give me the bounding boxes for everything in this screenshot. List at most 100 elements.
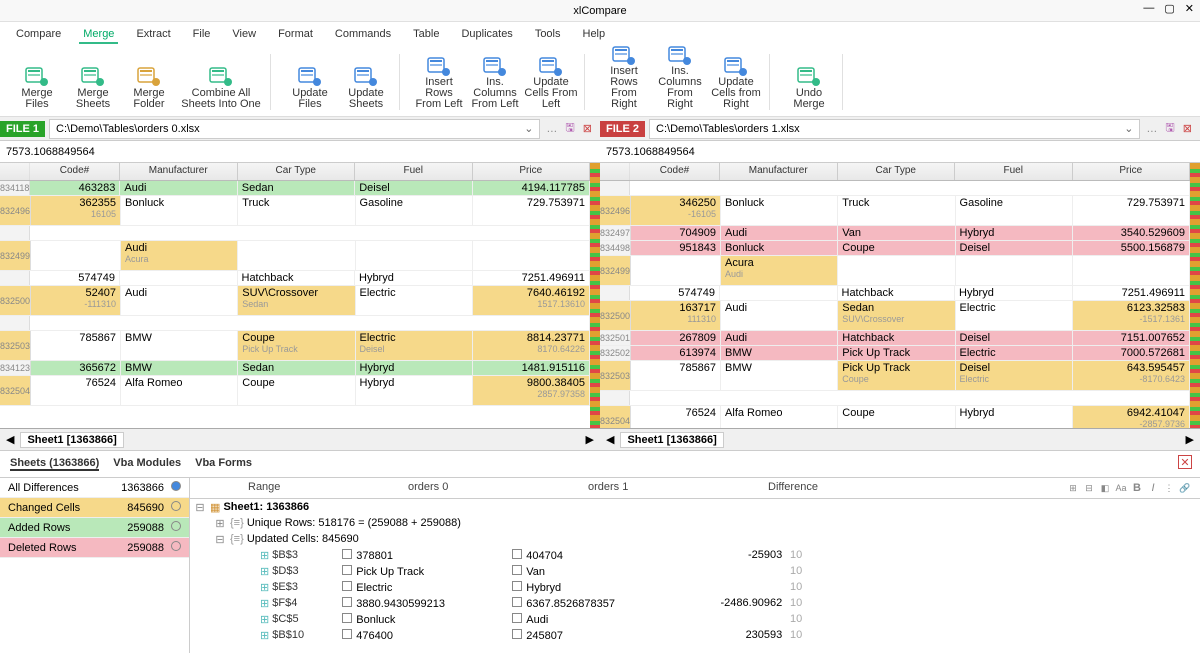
- table-row[interactable]: 832503785867BMWCoupePick Up TrackElectri…: [0, 331, 590, 361]
- table-row[interactable]: [0, 316, 590, 331]
- close-file-icon[interactable]: ⊠: [581, 122, 594, 135]
- table-row[interactable]: 83250476524Alfa RomeoCoupeHybryd6942.410…: [600, 406, 1190, 428]
- diff-rows[interactable]: ⊟▦ Sheet1: 1363866 ⊞{≡} Unique Rows: 518…: [190, 499, 1200, 653]
- diff-item[interactable]: ⊞ $B$1047640024580723059310: [190, 627, 1200, 643]
- sheet-nav-next-icon[interactable]: ▶: [1186, 433, 1194, 446]
- table-row[interactable]: 574749HatchbackHybryd7251.496911: [600, 286, 1190, 301]
- right-formula[interactable]: 7573.1068849564: [600, 141, 1200, 163]
- table-row[interactable]: 834498951843BonluckCoupeDeisel5500.15687…: [600, 241, 1190, 256]
- col-Price[interactable]: Price: [473, 163, 591, 180]
- table-row[interactable]: [600, 181, 1190, 196]
- summary-row[interactable]: Added Rows259088: [0, 518, 189, 538]
- menu-help[interactable]: Help: [579, 26, 610, 44]
- col-Manufacturer[interactable]: Manufacturer: [120, 163, 238, 180]
- sheet-nav-next-icon[interactable]: ▶: [586, 433, 594, 446]
- table-row[interactable]: 832499AcuraAudi: [600, 256, 1190, 286]
- ribbon-ins-cols-l[interactable]: Ins. Columns From Left: [468, 54, 522, 110]
- left-grid[interactable]: 834118463283AudiSedanDeisel4194.11778583…: [0, 181, 590, 428]
- menu-merge[interactable]: Merge: [79, 26, 118, 44]
- col-Code#[interactable]: Code#: [630, 163, 720, 180]
- diff-item[interactable]: ⊞ $F$43880.94305992136367.8526878357-248…: [190, 595, 1200, 611]
- sheet-nav-prev-icon[interactable]: ◀: [606, 433, 614, 446]
- menu-commands[interactable]: Commands: [331, 26, 395, 44]
- right-path-input[interactable]: C:\Demo\Tables\orders 1.xlsx ⌄: [649, 119, 1140, 139]
- right-grid[interactable]: 832496346250-16105BonluckTruckGasoline72…: [600, 181, 1190, 428]
- col-Manufacturer[interactable]: Manufacturer: [720, 163, 838, 180]
- table-row[interactable]: [0, 226, 590, 241]
- diff-item[interactable]: ⊞ $C$5BonluckAudi10: [190, 611, 1200, 627]
- table-row[interactable]: 832496346250-16105BonluckTruckGasoline72…: [600, 196, 1190, 226]
- menu-view[interactable]: View: [228, 26, 260, 44]
- close-icon[interactable]: ✕: [1185, 2, 1194, 15]
- table-row[interactable]: 832497704909AudiVanHybryd3540.529609: [600, 226, 1190, 241]
- col-Fuel[interactable]: Fuel: [355, 163, 473, 180]
- col-Fuel[interactable]: Fuel: [955, 163, 1073, 180]
- close-panel-icon[interactable]: ✕: [1178, 455, 1192, 469]
- menu-table[interactable]: Table: [409, 26, 443, 44]
- ribbon-undo[interactable]: Undo Merge: [782, 54, 836, 110]
- left-formula[interactable]: 7573.1068849564: [0, 141, 600, 163]
- ribbon-upd-cells-r[interactable]: Update Cells from Right: [709, 54, 763, 110]
- table-row[interactable]: 574749HatchbackHybryd7251.496911: [0, 271, 590, 286]
- ribbon-update-files[interactable]: Update Files: [283, 54, 337, 110]
- table-row[interactable]: 832502613974BMWPick Up TrackElectric7000…: [600, 346, 1190, 361]
- italic-icon[interactable]: I: [1146, 481, 1160, 495]
- table-row[interactable]: 832500163717111310AudiSedanSUV\Crossover…: [600, 301, 1190, 331]
- table-row[interactable]: 834123365672BMWSedanHybryd1481.915116: [0, 361, 590, 376]
- table-row[interactable]: 834118463283AudiSedanDeisel4194.117785: [0, 181, 590, 196]
- sheet-tab[interactable]: Sheet1 [1363866]: [620, 432, 723, 448]
- lower-tab[interactable]: Vba Forms: [195, 457, 252, 471]
- col-Price[interactable]: Price: [1073, 163, 1191, 180]
- diff-item[interactable]: ⊞ $B$3378801404704-2590310: [190, 547, 1200, 563]
- icon[interactable]: ⊞: [1066, 481, 1080, 495]
- table-row[interactable]: 83250052407-111310AudiSUV\CrossoverSedan…: [0, 286, 590, 316]
- ribbon-merge-sheets[interactable]: Merge Sheets: [66, 54, 120, 110]
- diff-unique[interactable]: ⊞{≡} Unique Rows: 518176 = (259088 + 259…: [190, 515, 1200, 531]
- icon[interactable]: Aa: [1114, 481, 1128, 495]
- bold-icon[interactable]: B: [1130, 481, 1144, 495]
- ribbon-ins-rows-l[interactable]: Insert Rows From Left: [412, 54, 466, 110]
- table-row[interactable]: [600, 391, 1190, 406]
- lower-tab[interactable]: Sheets (1363866): [10, 457, 99, 471]
- summary-row[interactable]: Deleted Rows259088: [0, 538, 189, 558]
- ribbon-upd-cells-l[interactable]: Update Cells From Left: [524, 54, 578, 110]
- icon[interactable]: ⊟: [1082, 481, 1096, 495]
- close-file-icon[interactable]: ⊠: [1181, 122, 1194, 135]
- table-row[interactable]: 83249636235516105BonluckTruckGasoline729…: [0, 196, 590, 226]
- link-icon[interactable]: 🔗: [1178, 481, 1192, 495]
- icon[interactable]: ◧: [1098, 481, 1112, 495]
- menu-duplicates[interactable]: Duplicates: [457, 26, 516, 44]
- icon[interactable]: ⋮: [1162, 481, 1176, 495]
- ribbon-merge-files[interactable]: Merge Files: [10, 54, 64, 110]
- col-Code#[interactable]: Code#: [30, 163, 120, 180]
- ribbon-update-sheets[interactable]: Update Sheets: [339, 54, 393, 110]
- minimize-icon[interactable]: —: [1143, 2, 1154, 15]
- dots-icon[interactable]: …: [544, 123, 559, 135]
- ribbon-ins-rows-r[interactable]: Insert Rows From Right: [597, 54, 651, 110]
- ribbon-merge-folder[interactable]: Merge Folder: [122, 54, 176, 110]
- table-row[interactable]: 832503785867BMWPick Up TrackCoupeDeiselE…: [600, 361, 1190, 391]
- ribbon-combine[interactable]: Combine All Sheets Into One: [178, 54, 264, 110]
- diff-item[interactable]: ⊞ $E$3ElectricHybryd10: [190, 579, 1200, 595]
- ribbon-ins-cols-r[interactable]: Ins. Columns From Right: [653, 54, 707, 110]
- save-icon[interactable]: 🖫: [563, 119, 576, 138]
- diff-scroll-strip[interactable]: [590, 163, 600, 428]
- col-Car Type[interactable]: Car Type: [838, 163, 956, 180]
- left-path-input[interactable]: C:\Demo\Tables\orders 0.xlsx ⌄: [49, 119, 540, 139]
- menu-tools[interactable]: Tools: [531, 26, 565, 44]
- table-row[interactable]: 832501267809AudiHatchbackDeisel7151.0076…: [600, 331, 1190, 346]
- menu-extract[interactable]: Extract: [132, 26, 174, 44]
- chevron-down-icon[interactable]: ⌄: [1124, 122, 1133, 135]
- diff-root[interactable]: ⊟▦ Sheet1: 1363866: [190, 499, 1200, 515]
- col-Car Type[interactable]: Car Type: [238, 163, 356, 180]
- chevron-down-icon[interactable]: ⌄: [524, 122, 533, 135]
- save-icon[interactable]: 🖫: [1163, 119, 1176, 138]
- menu-compare[interactable]: Compare: [12, 26, 65, 44]
- summary-row[interactable]: Changed Cells845690: [0, 498, 189, 518]
- diff-updated[interactable]: ⊟{≡} Updated Cells: 845690: [190, 531, 1200, 547]
- table-row[interactable]: 83250476524Alfa RomeoCoupeHybryd9800.384…: [0, 376, 590, 406]
- sheet-nav-prev-icon[interactable]: ◀: [6, 433, 14, 446]
- dots-icon[interactable]: …: [1144, 123, 1159, 135]
- diff-item[interactable]: ⊞ $D$3Pick Up TrackVan10: [190, 563, 1200, 579]
- menu-format[interactable]: Format: [274, 26, 317, 44]
